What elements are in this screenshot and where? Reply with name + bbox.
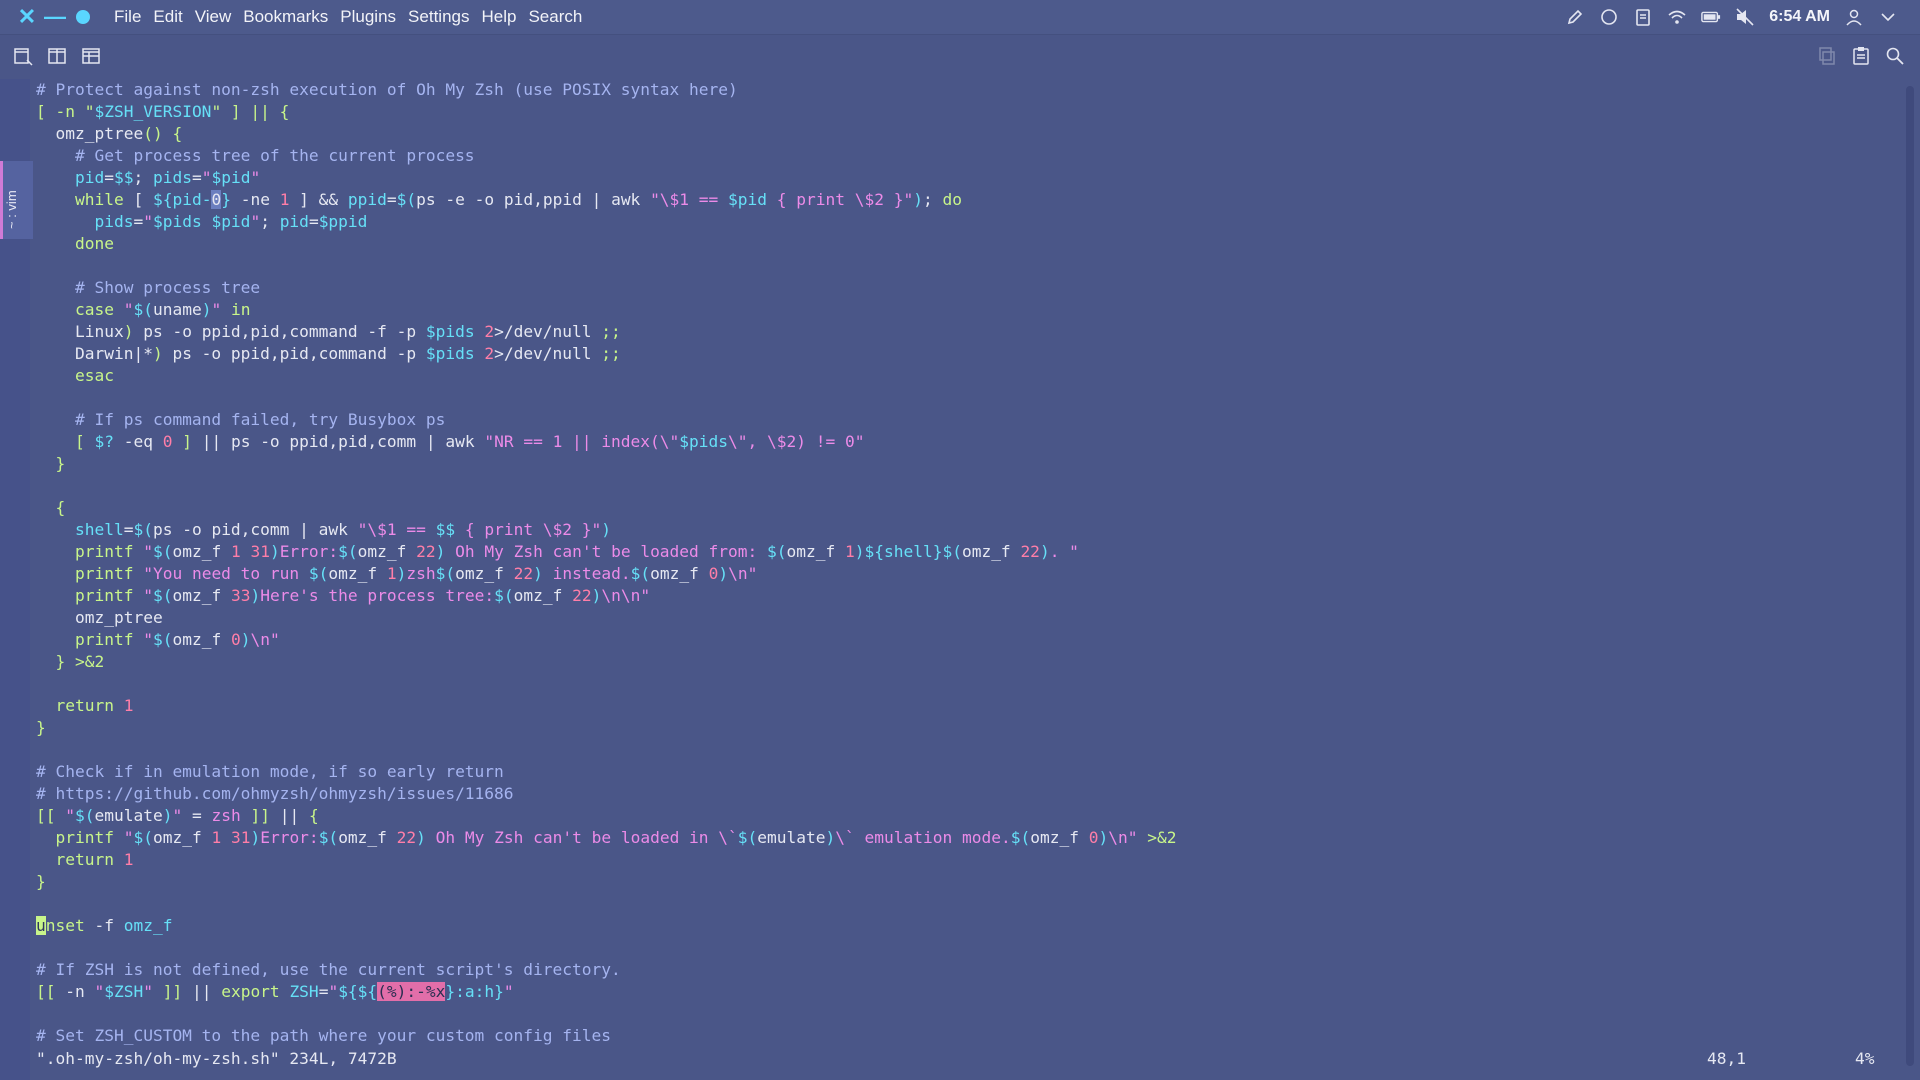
menu-bookmarks[interactable]: Bookmarks — [237, 0, 334, 34]
copy-icon[interactable] — [1816, 45, 1838, 67]
code-line: while [ ${pid-0} -ne 1 ] && ppid=$(ps -e… — [74, 190, 962, 209]
code-line: shell=$(ps -o pid,comm | awk "\$1 == $$ … — [74, 520, 612, 539]
user-icon[interactable] — [1844, 7, 1864, 27]
code-line: # If ZSH is not defined, use the current… — [36, 960, 621, 979]
minimize-window-icon[interactable]: — — [44, 4, 66, 29]
code-line: # If ps command failed, try Busybox ps — [36, 410, 446, 429]
code-line: done — [74, 234, 114, 253]
volume-muted-icon[interactable] — [1735, 7, 1755, 27]
clock[interactable]: 6:54 AM — [1769, 8, 1830, 26]
code-line: } — [36, 872, 46, 891]
menu-bar: ✕ — File Edit View Bookmarks Plugins Set… — [0, 0, 1920, 35]
menu-file[interactable]: File — [108, 0, 147, 34]
file-info: ".oh-my-zsh/oh-my-zsh.sh" 234L, 7472B — [36, 1049, 397, 1068]
pen-icon[interactable] — [1565, 7, 1585, 27]
menu-edit[interactable]: Edit — [147, 0, 188, 34]
code-line: Darwin|*) ps -o ppid,pid,command -p $pid… — [36, 344, 621, 363]
maximize-window-icon[interactable] — [72, 6, 94, 28]
vim-status-line: ".oh-my-zsh/oh-my-zsh.sh" 234L, 7472B 48… — [32, 1048, 1902, 1070]
code-editor[interactable]: # Protect against non-zsh execution of O… — [32, 79, 1902, 1059]
code-line: # Set ZSH_CUSTOM to the path where your … — [36, 1026, 611, 1045]
system-tray: 6:54 AM — [1565, 0, 1898, 34]
code-line: printf "$(omz_f 1 31)Error:$(omz_f 22) O… — [74, 542, 1079, 561]
code-line: omz_ptree() { — [36, 124, 183, 143]
split-horizontal-icon[interactable] — [80, 45, 102, 67]
circle-icon[interactable] — [1599, 7, 1619, 27]
code-line: printf "$(omz_f 33)Here's the process tr… — [74, 586, 651, 605]
code-line: unset -f omz_f — [36, 916, 173, 935]
menu-plugins[interactable]: Plugins — [334, 0, 402, 34]
paste-icon[interactable] — [1850, 45, 1872, 67]
code-line: printf "$(omz_f 0)\n" — [74, 630, 280, 649]
menu-view[interactable]: View — [189, 0, 238, 34]
code-line: pids="$pids $pid"; pid=$ppid — [94, 212, 368, 231]
code-line: # Protect against non-zsh execution of O… — [36, 80, 738, 99]
code-line: [ -n "$ZSH_VERSION" ] || { — [36, 102, 290, 121]
search-icon[interactable] — [1884, 45, 1906, 67]
scrollbar[interactable] — [1906, 86, 1914, 1066]
code-line: } — [55, 454, 66, 473]
tab-vim-label: ~ : vim — [4, 190, 19, 229]
code-line: { — [55, 498, 66, 517]
code-line: pid=$$; pids="$pid" — [74, 168, 261, 187]
code-line: [ $? -eq 0 ] || ps -o ppid,pid,comm | aw… — [74, 432, 865, 451]
code-line: # https://github.com/ohmyzsh/ohmyzsh/iss… — [36, 784, 514, 803]
code-line: esac — [74, 366, 114, 385]
code-line: # Show process tree — [36, 278, 261, 297]
code-line: # Get process tree of the current proces… — [36, 146, 475, 165]
close-window-icon[interactable]: ✕ — [16, 4, 38, 29]
battery-icon[interactable] — [1701, 7, 1721, 27]
menu-help[interactable]: Help — [475, 0, 522, 34]
text-cursor: u — [36, 916, 46, 935]
code-line: # Check if in emulation mode, if so earl… — [36, 762, 504, 781]
main-menu: File Edit View Bookmarks Plugins Setting… — [108, 0, 588, 34]
chevron-down-icon[interactable] — [1878, 7, 1898, 27]
clipboard-icon[interactable] — [1633, 7, 1653, 27]
menu-settings[interactable]: Settings — [402, 0, 475, 34]
scroll-percent: 4% — [1855, 1049, 1875, 1068]
cursor-position: 48,1 — [1707, 1049, 1746, 1068]
toolbar — [0, 35, 1920, 79]
code-line: return 1 — [55, 696, 134, 715]
split-vertical-icon[interactable] — [46, 45, 68, 67]
wifi-icon[interactable] — [1667, 7, 1687, 27]
code-line: Linux) ps -o ppid,pid,command -f -p $pid… — [36, 322, 621, 341]
code-line: case "$(uname)" in — [74, 300, 251, 319]
new-tab-icon[interactable] — [12, 45, 34, 67]
tab-bar: ~ : vim — [0, 79, 33, 1080]
code-line: } — [36, 718, 46, 737]
code-line: } >&2 — [55, 652, 105, 671]
code-line: omz_ptree — [36, 608, 163, 627]
code-line: printf "$(omz_f 1 31)Error:$(omz_f 22) O… — [55, 828, 1177, 847]
code-line: printf "You need to run $(omz_f 1)zsh$(o… — [74, 564, 758, 583]
code-line: [[ "$(emulate)" = zsh ]] || { — [36, 806, 319, 825]
code-line: [[ -n "$ZSH" ]] || export ZSH="${${(%):-… — [36, 982, 514, 1001]
code-line: return 1 — [55, 850, 134, 869]
menu-search[interactable]: Search — [522, 0, 588, 34]
